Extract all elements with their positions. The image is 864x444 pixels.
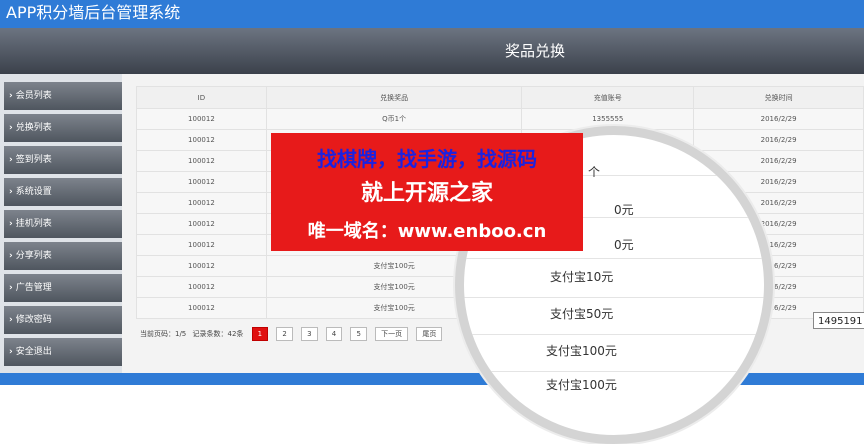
sidebar-item-checkins[interactable]: › 签到列表 (4, 146, 122, 174)
sidebar-item-hangup[interactable]: › 挂机列表 (4, 210, 122, 238)
table-row: 100012 Q币1个 1355555 2016/2/29 (136, 108, 864, 130)
page-button-4[interactable]: 4 (325, 327, 343, 341)
sidebar-item-label: 广告管理 (15, 283, 52, 293)
table-cell: 100012 (136, 213, 267, 235)
sidebar-item-exchanges[interactable]: › 兑换列表 (4, 114, 122, 142)
column-header-time: 兑换时间 (693, 86, 864, 109)
tooltip: 1495191 (813, 312, 864, 329)
table-header-row: ID 兑换奖品 充值账号 兑换时间 (136, 86, 864, 109)
app-title: APP积分墙后台管理系统 (6, 3, 181, 22)
chevron-right-icon: › (9, 347, 13, 357)
magnifier-row-line (464, 297, 764, 298)
table-cell: 2016/2/29 (693, 108, 864, 130)
top-bar: APP积分墙后台管理系统 (0, 0, 864, 28)
sidebar-item-password[interactable]: › 修改密码 (4, 306, 122, 334)
table-cell: 100012 (136, 297, 267, 319)
table-cell: 100012 (136, 234, 267, 256)
magnifier-text: 0元 (614, 203, 634, 217)
chevron-right-icon: › (9, 155, 13, 165)
sidebar-item-label: 签到列表 (15, 155, 52, 165)
ad-banner: 找棋牌，找手游，找源码 就上开源之家 唯一域名：www.enboo.cn (271, 133, 583, 251)
ad-line-1: 找棋牌，找手游，找源码 (317, 147, 537, 171)
sidebar-item-shares[interactable]: › 分享列表 (4, 242, 122, 270)
table-cell: 100012 (136, 171, 267, 193)
pagination: 当前页码：1/5 记录条数：42条 1 2 3 4 5 下一页 尾页 (140, 327, 448, 341)
page-button-2[interactable]: 2 (276, 327, 293, 341)
chevron-right-icon: › (9, 187, 13, 197)
current-page-label: 当前页码：1/5 (140, 330, 187, 338)
table-cell: 100012 (136, 255, 267, 277)
page-button-3[interactable]: 3 (301, 327, 318, 341)
chevron-right-icon: › (9, 219, 13, 229)
ad-line-2: 就上开源之家 (360, 181, 493, 206)
table-cell: 100012 (136, 150, 267, 172)
sidebar-item-members[interactable]: › 会员列表 (4, 82, 122, 110)
ad-domain: 唯一域名：www.enboo.cn (307, 221, 547, 242)
sidebar-item-label: 安全退出 (15, 347, 52, 357)
page-header: 奖品兑换 (0, 28, 864, 74)
sidebar: › 会员列表 › 兑换列表 › 签到列表 › 系统设置 › 挂机列表 › 分享列表 › 广告管… (0, 74, 122, 379)
page-button-5[interactable]: 5 (350, 327, 367, 341)
chevron-right-icon: › (9, 123, 13, 133)
next-page-button[interactable]: 下一页 (375, 327, 409, 341)
table-cell: Q币1个 (265, 108, 523, 130)
table-cell: 100012 (136, 276, 267, 298)
chevron-right-icon: › (9, 91, 13, 101)
magnifier-text: 支付宝50元 (550, 307, 614, 321)
chevron-right-icon: › (9, 283, 13, 293)
table-cell: 100012 (136, 108, 267, 130)
magnifier-row-line (464, 258, 764, 259)
record-count-label: 记录条数：42条 (192, 330, 244, 338)
sidebar-item-label: 会员列表 (15, 91, 52, 101)
sidebar-item-settings[interactable]: › 系统设置 (4, 178, 122, 206)
column-header-id: ID (136, 86, 267, 109)
sidebar-item-label: 系统设置 (15, 187, 52, 197)
page-title: 奖品兑换 (504, 42, 565, 60)
sidebar-item-logout[interactable]: › 安全退出 (4, 338, 122, 366)
sidebar-item-label: 兑换列表 (15, 123, 52, 133)
sidebar-item-label: 挂机列表 (15, 219, 52, 229)
chevron-right-icon: › (9, 315, 13, 325)
sidebar-item-label: 修改密码 (15, 315, 52, 325)
magnifier-text: 支付宝100元 (546, 344, 617, 358)
sidebar-item-label: 分享列表 (15, 251, 52, 261)
magnifier-text: 个 (588, 165, 601, 179)
sidebar-item-ads[interactable]: › 广告管理 (4, 274, 122, 302)
column-header-account: 充值账号 (521, 86, 695, 109)
last-page-button[interactable]: 尾页 (416, 327, 443, 341)
table-cell: 100012 (136, 192, 267, 214)
table-cell: 100012 (136, 129, 267, 151)
magnifier-row-line (464, 334, 764, 335)
chevron-right-icon: › (9, 251, 13, 261)
table-cell: 2016/2/29 (693, 129, 864, 151)
page-button-1[interactable]: 1 (251, 327, 269, 341)
magnifier-text: 0元 (614, 238, 634, 252)
magnifier-text: 支付宝10元 (550, 270, 614, 284)
column-header-prize: 兑换奖品 (265, 86, 523, 109)
magnifier-row-line (464, 371, 764, 372)
